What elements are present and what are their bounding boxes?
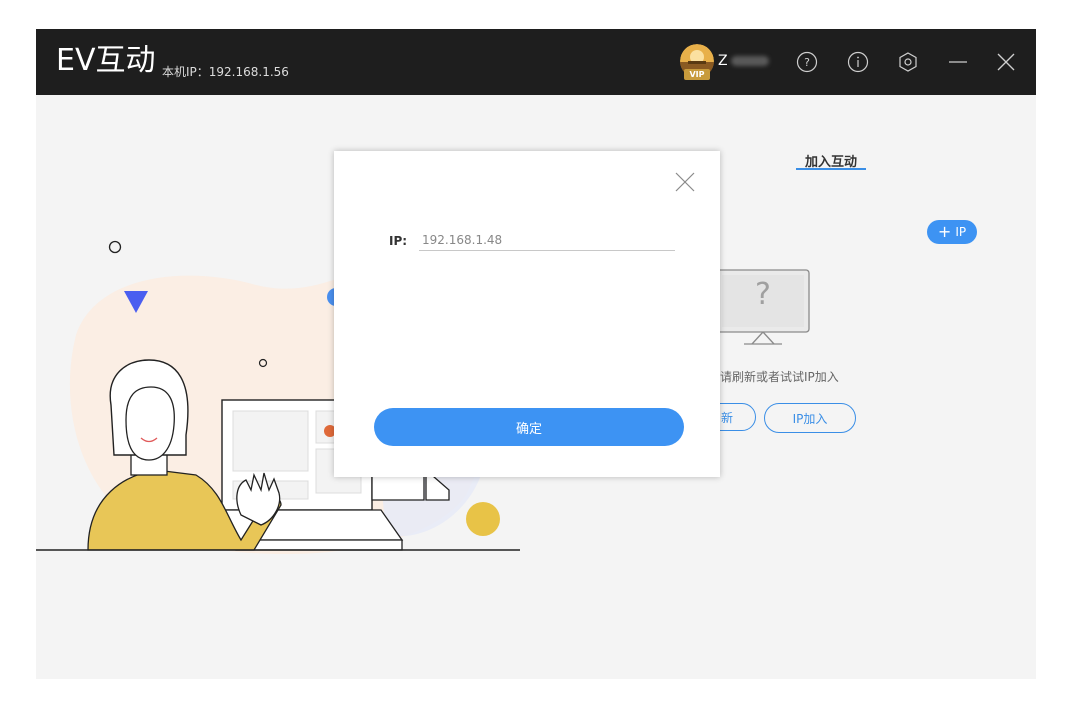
local-ip-label: 本机IP：192.168.1.56 — [162, 65, 289, 79]
question-mark: ? — [755, 277, 771, 312]
vip-badge: VIP — [684, 69, 710, 80]
dialog-close-icon[interactable] — [674, 171, 696, 193]
ip-join-label: IP加入 — [792, 411, 828, 426]
ip-join-dialog: IP: 确定 — [334, 151, 720, 477]
title-bar: EV互动 本机IP：192.168.1.56 VIP Z ? — [36, 29, 1036, 95]
confirm-label: 确定 — [515, 421, 542, 437]
ip-field-label: IP: — [389, 234, 408, 248]
refresh-label: 新 — [720, 410, 733, 425]
add-ip-label: IP — [955, 225, 967, 239]
username[interactable]: Z — [718, 53, 769, 69]
plus-icon: + — [937, 222, 952, 241]
ip-join-button[interactable]: IP加入 — [764, 403, 856, 433]
info-icon[interactable] — [846, 50, 870, 74]
username-initial: Z — [718, 53, 728, 69]
confirm-button[interactable]: 确定 — [374, 408, 684, 446]
tab-active-indicator — [796, 168, 866, 170]
svg-text:?: ? — [804, 56, 810, 69]
settings-icon[interactable] — [896, 50, 920, 74]
username-blurred — [730, 56, 769, 66]
add-ip-button[interactable]: + IP — [927, 220, 977, 244]
app-title: EV互动 — [56, 43, 156, 78]
minimize-icon[interactable] — [946, 50, 970, 74]
app-window: EV互动 本机IP：192.168.1.56 VIP Z ? 加入互动 + IP… — [36, 29, 1036, 679]
close-icon[interactable] — [994, 50, 1018, 74]
ip-input[interactable] — [419, 230, 675, 251]
help-icon[interactable]: ? — [795, 50, 819, 74]
no-device-monitor: ? — [716, 269, 810, 347]
